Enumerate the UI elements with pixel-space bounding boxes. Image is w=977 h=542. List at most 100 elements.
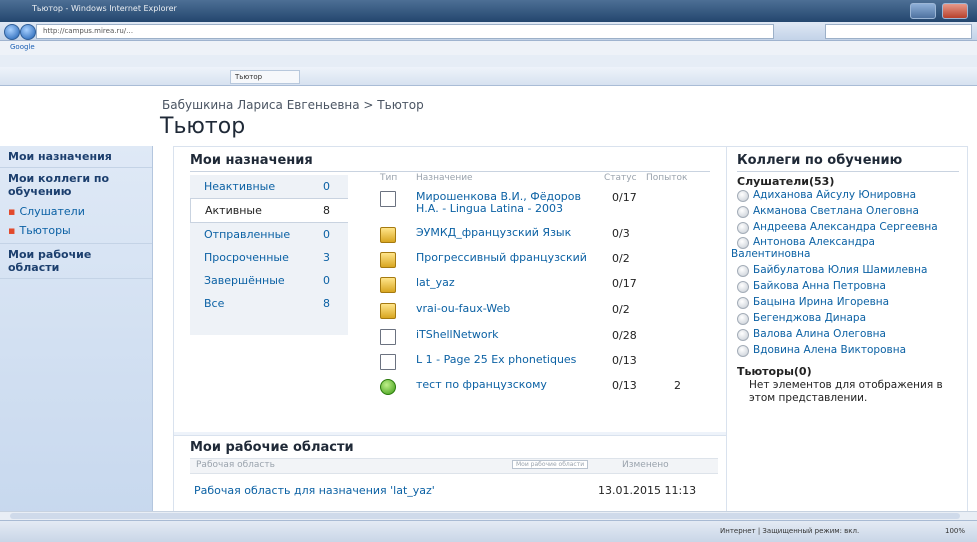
assignment-title[interactable]: тест по французскому (416, 379, 598, 391)
google-logo: Google (10, 43, 35, 51)
colleague-name-continuation[interactable]: Валентиновна (731, 248, 810, 260)
col-status[interactable]: Статус (604, 173, 637, 183)
assignment-row[interactable]: ЭУМКД_французский Язык 0/3 (368, 225, 708, 247)
left-navigation: Мои назначения Мои коллеги по обучению ▪… (0, 146, 153, 520)
back-icon[interactable] (4, 24, 20, 40)
nav-listeners-label: Слушатели (19, 205, 85, 218)
colleague-name: Валова Алина Олеговна (753, 328, 886, 340)
assignment-row[interactable]: lat_yaz 0/17 (368, 275, 708, 297)
filter-inactive[interactable]: Неактивные 0 (190, 175, 348, 198)
filter-active[interactable]: Активные 8 (190, 198, 348, 223)
workspace-date: 13.01.2015 11:13 (598, 484, 697, 497)
colleague-item[interactable]: Вдовина Алена Викторовна (737, 344, 906, 357)
colleague-item[interactable]: Андреева Александра Сергеевна (737, 221, 938, 234)
col-attempts[interactable]: Попыток (646, 173, 687, 183)
zoom-level[interactable]: 100% (945, 527, 965, 535)
filter-label: Просроченные (204, 251, 289, 264)
assignments-panel: Мои назначения Неактивные 0 Активные 8 Отп… (174, 147, 726, 432)
nav-my-colleagues[interactable]: Мои коллеги по обучению (0, 168, 152, 202)
my-workspaces-button[interactable]: Мои рабочие области (512, 460, 589, 469)
assignment-row[interactable]: vrai-ou-faux-Web 0/2 (368, 301, 708, 323)
colleagues-panel: Коллеги по обучению Слушатели(53) Адихан… (726, 147, 967, 520)
url-field[interactable]: http://campus.mirea.ru/… (36, 24, 774, 39)
presence-icon (737, 313, 749, 325)
breadcrumb[interactable]: Бабушкина Лариса Евгеньевна > Тьютор (162, 98, 424, 112)
filter-completed[interactable]: Завершённые 0 (190, 269, 348, 292)
presence-icon (737, 281, 749, 293)
colleague-item[interactable]: Бацына Ирина Игоревна (737, 296, 890, 309)
colleague-item[interactable]: Адиханова Айсулу Юнировна (737, 189, 917, 202)
minimize-button[interactable] (910, 3, 936, 19)
browser-tab[interactable]: Tьютор (230, 70, 300, 84)
assignment-status: 0/17 (612, 277, 637, 290)
status-bar: Интернет | Защищенный режим: вкл. 100% (0, 520, 977, 542)
presence-icon (737, 265, 749, 277)
filter-label: Активные (205, 204, 262, 217)
tabs-bar: Tьютор (0, 67, 977, 86)
col-type[interactable]: Тип (380, 173, 397, 183)
main-area: Мои назначения Неактивные 0 Активные 8 Отп… (173, 146, 968, 520)
presence-icon (737, 329, 749, 341)
scrollbar-thumb[interactable] (10, 513, 960, 519)
colleague-item[interactable]: Байкова Анна Петровна (737, 280, 886, 293)
assignment-row[interactable]: Прогрессивный французский 0/2 (368, 250, 708, 272)
assignment-title[interactable]: Прогрессивный французский (416, 252, 598, 264)
colleague-item[interactable]: Бегенджова Динара (737, 312, 866, 325)
assignment-row[interactable]: L 1 - Page 25 Ex phonetiques 0/13 (368, 352, 708, 374)
colleague-name: Адиханова Айсулу Юнировна (753, 189, 917, 201)
assignment-title[interactable]: Мирошенкова В.И., Фёдоров Н.А. - Lingua … (416, 191, 598, 215)
colleague-item[interactable]: Валова Алина Олеговна (737, 328, 886, 341)
filter-label: Завершённые (204, 274, 285, 287)
assignment-status: 0/3 (612, 227, 630, 240)
colleague-name: Байбулатова Юлия Шамилевна (753, 264, 928, 276)
filter-submitted[interactable]: Отправленные 0 (190, 223, 348, 246)
col-workspace[interactable]: Рабочая область (196, 460, 275, 470)
assignment-title[interactable]: vrai-ou-faux-Web (416, 303, 598, 315)
presence-icon (737, 206, 749, 218)
filter-all[interactable]: Все 8 (190, 292, 348, 315)
window-title: Tьютор - Windows Internet Explorer (32, 4, 177, 13)
filter-count: 0 (323, 180, 330, 193)
assignment-title[interactable]: L 1 - Page 25 Ex phonetiques (416, 354, 598, 366)
filter-overdue[interactable]: Просроченные 3 (190, 246, 348, 269)
listeners-header: Слушатели(53) (737, 175, 835, 188)
close-button[interactable] (942, 3, 968, 19)
bullet-icon: ▪ (8, 205, 16, 218)
assignment-status: 0/28 (612, 329, 637, 342)
colleague-item[interactable]: Акманова Светлана Олеговна (737, 205, 919, 218)
browser-search-input[interactable] (825, 24, 972, 39)
bullet-icon: ▪ (8, 224, 16, 237)
nav-tutors[interactable]: ▪ Тьюторы (0, 221, 152, 244)
address-bar: http://campus.mirea.ru/… (0, 22, 977, 41)
presence-icon (737, 190, 749, 202)
folder-icon (380, 303, 396, 319)
presence-icon (737, 297, 749, 309)
workspace-link[interactable]: Рабочая область для назначения 'lat_yaz' (194, 484, 435, 497)
assignment-title[interactable]: ЭУМКД_французский Язык (416, 227, 598, 239)
assignment-row[interactable]: iTShellNetwork 0/28 (368, 327, 708, 349)
assignments-title: Мои назначения (190, 153, 313, 168)
assignment-status: 0/2 (612, 303, 630, 316)
col-assignment[interactable]: Назначение (416, 173, 473, 183)
tutors-empty-message: Нет элементов для отображения в этом пре… (749, 379, 943, 404)
col-changed[interactable]: Изменено (622, 460, 669, 470)
filter-count: 0 (323, 274, 330, 287)
colleague-name: Бацына Ирина Игоревна (753, 296, 890, 308)
assignment-title[interactable]: iTShellNetwork (416, 329, 598, 341)
nav-my-workspaces[interactable]: Мои рабочие области (0, 244, 152, 279)
document-icon (380, 329, 396, 345)
forward-icon[interactable] (20, 24, 36, 40)
nav-listeners[interactable]: ▪ Слушатели (0, 202, 152, 221)
play-icon (380, 379, 396, 395)
colleague-item[interactable]: Байбулатова Юлия Шамилевна (737, 264, 928, 277)
nav-my-assignments[interactable]: Мои назначения (0, 146, 152, 168)
assignment-row[interactable]: тест по французскому 0/13 2 (368, 377, 708, 399)
page-content: Бабушкина Лариса Евгеньевна > Тьютор Тью… (0, 86, 977, 520)
workspaces-title: Мои рабочие области (190, 440, 354, 455)
assignment-title[interactable]: lat_yaz (416, 277, 598, 289)
workspaces-header: Рабочая область Мои рабочие области Изме… (190, 458, 718, 474)
divider (190, 171, 710, 172)
assignment-row[interactable]: Мирошенкова В.И., Фёдоров Н.А. - Lingua … (368, 189, 708, 223)
filter-count: 8 (323, 204, 330, 217)
colleague-item[interactable]: Антонова Александра (737, 236, 875, 249)
